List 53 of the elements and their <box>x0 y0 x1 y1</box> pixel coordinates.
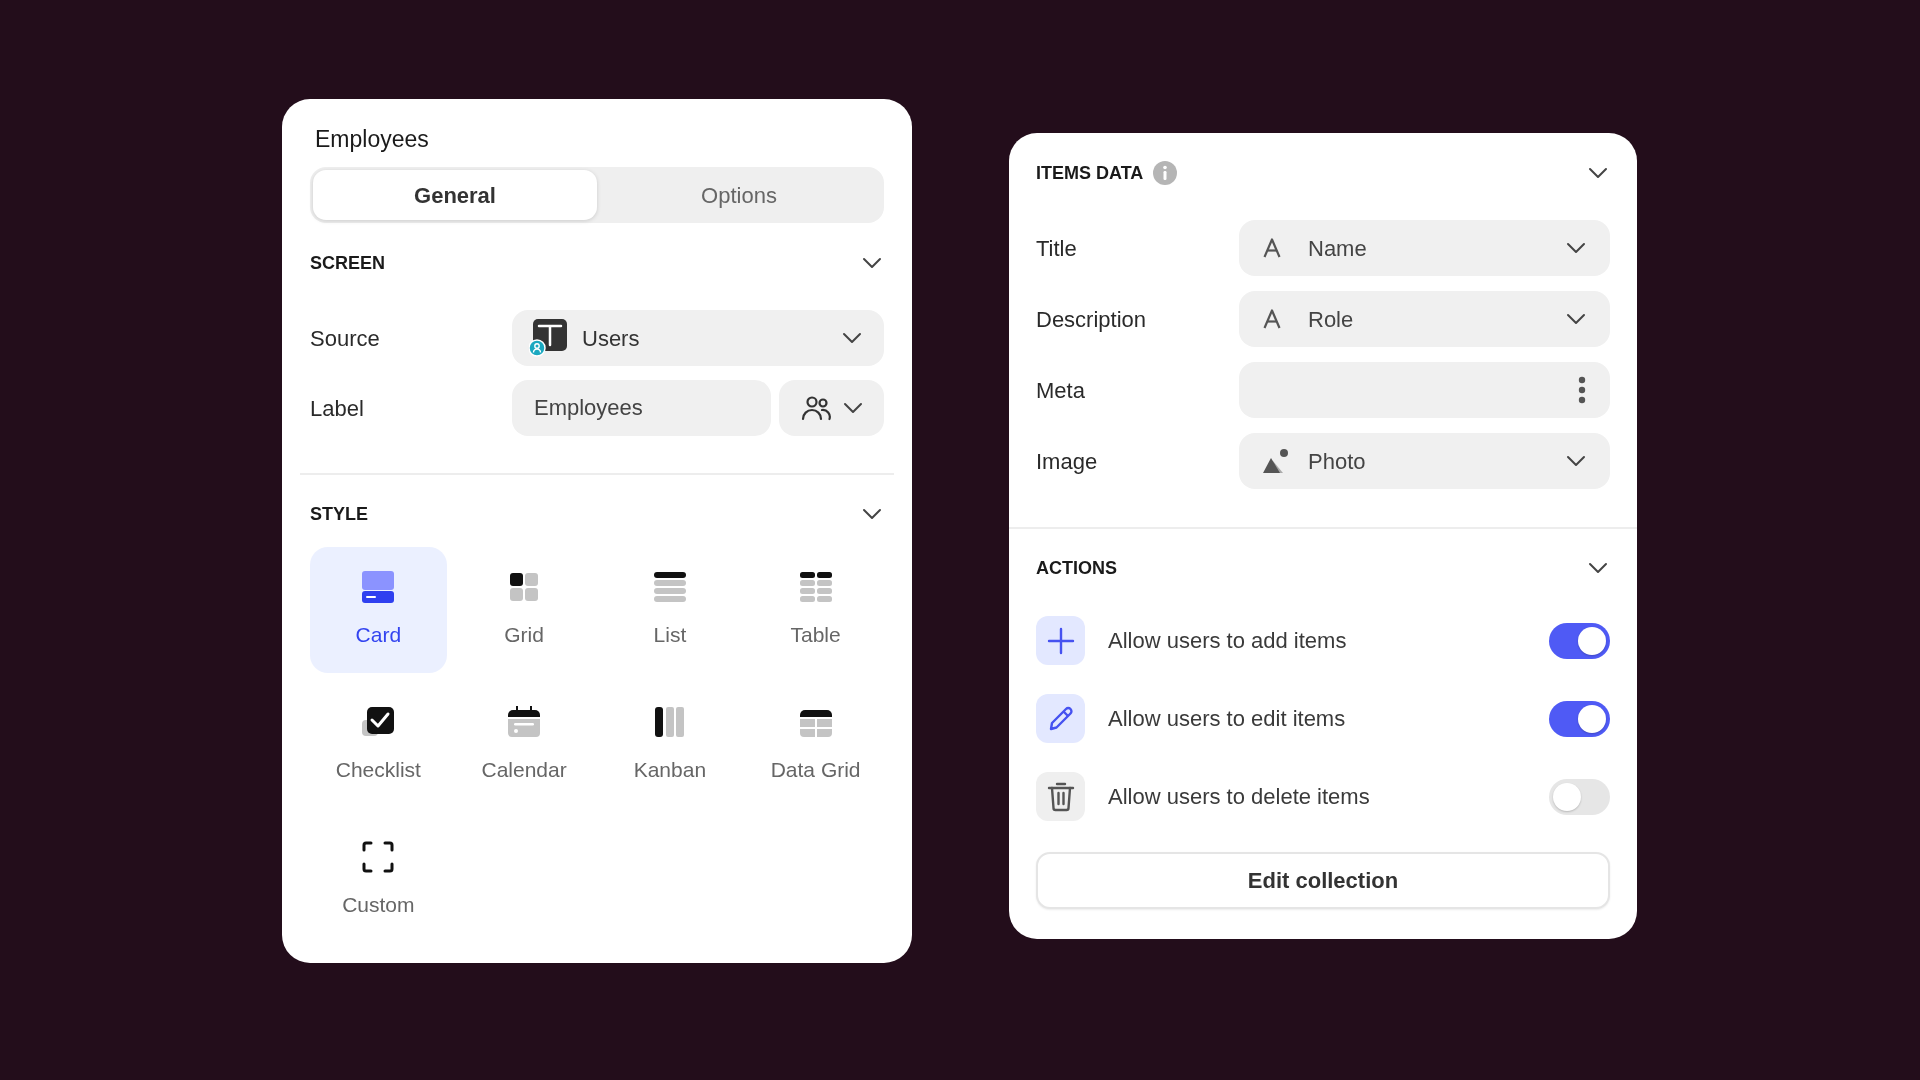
chevron-down-icon <box>842 332 862 344</box>
section-heading: STYLE <box>310 502 368 526</box>
more-vertical-icon[interactable] <box>1578 376 1586 404</box>
collapse-chevron-icon <box>1588 562 1608 574</box>
field-dropdown[interactable]: Photo <box>1239 433 1610 489</box>
mountain-image-icon <box>1263 449 1291 473</box>
field-dropdown[interactable]: Role <box>1239 291 1610 347</box>
letter-a-icon <box>1263 238 1281 258</box>
action-label: Allow users to edit items <box>1108 705 1347 733</box>
source-dropdown[interactable]: Users <box>512 310 884 366</box>
layout-option[interactable]: Table <box>747 547 884 673</box>
field-label: Meta <box>1036 376 1086 405</box>
layout-option[interactable]: Calendar <box>455 682 593 808</box>
field-label: Description <box>1036 305 1148 334</box>
trash-icon <box>1046 781 1075 812</box>
layout-option[interactable]: Data Grid <box>747 682 884 808</box>
people-icon <box>800 395 831 421</box>
layout-option[interactable]: Checklist <box>310 682 447 808</box>
icon-picker-dropdown[interactable] <box>779 380 884 436</box>
section-heading: ACTIONS <box>1036 556 1117 580</box>
section-heading: ITEMS DATA <box>1036 161 1144 185</box>
field-label: Source <box>310 324 381 353</box>
empty-field[interactable] <box>1239 362 1610 418</box>
field-label: Title <box>1036 234 1078 263</box>
collapse-chevron-icon <box>862 508 882 520</box>
label-input[interactable]: Employees <box>512 380 771 436</box>
collapse-chevron-icon <box>1588 167 1608 179</box>
edit-collection-button[interactable]: Edit collection <box>1036 852 1610 909</box>
layout-option[interactable]: Kanban <box>601 682 739 808</box>
table-app-icon <box>529 319 567 357</box>
chevron-down-icon <box>1566 455 1586 467</box>
section-heading: SCREEN <box>310 251 385 275</box>
collapse-chevron-icon <box>862 257 882 269</box>
tab[interactable]: General <box>313 170 597 220</box>
chevron-down-icon <box>1566 242 1586 254</box>
action-label: Allow users to delete items <box>1108 783 1371 811</box>
toggle-switch[interactable] <box>1549 700 1610 737</box>
field-dropdown[interactable]: Name <box>1239 220 1610 276</box>
action-label: Allow users to add items <box>1108 627 1348 655</box>
field-label: Image <box>1036 447 1099 476</box>
field-label: Label <box>310 394 365 423</box>
chevron-down-icon <box>842 402 863 414</box>
layout-option[interactable]: Card <box>310 547 447 673</box>
panel-title: Employees <box>314 125 430 153</box>
letter-a-icon <box>1263 309 1281 329</box>
toggle-switch[interactable] <box>1549 778 1610 815</box>
plus-icon <box>1046 626 1075 655</box>
layout-option[interactable]: List <box>601 547 739 673</box>
layout-option[interactable]: Grid <box>455 547 593 673</box>
tab[interactable]: Options <box>597 170 881 220</box>
toggle-switch[interactable] <box>1549 622 1610 659</box>
chevron-down-icon <box>1566 313 1586 325</box>
layout-option[interactable]: Custom <box>310 817 447 943</box>
